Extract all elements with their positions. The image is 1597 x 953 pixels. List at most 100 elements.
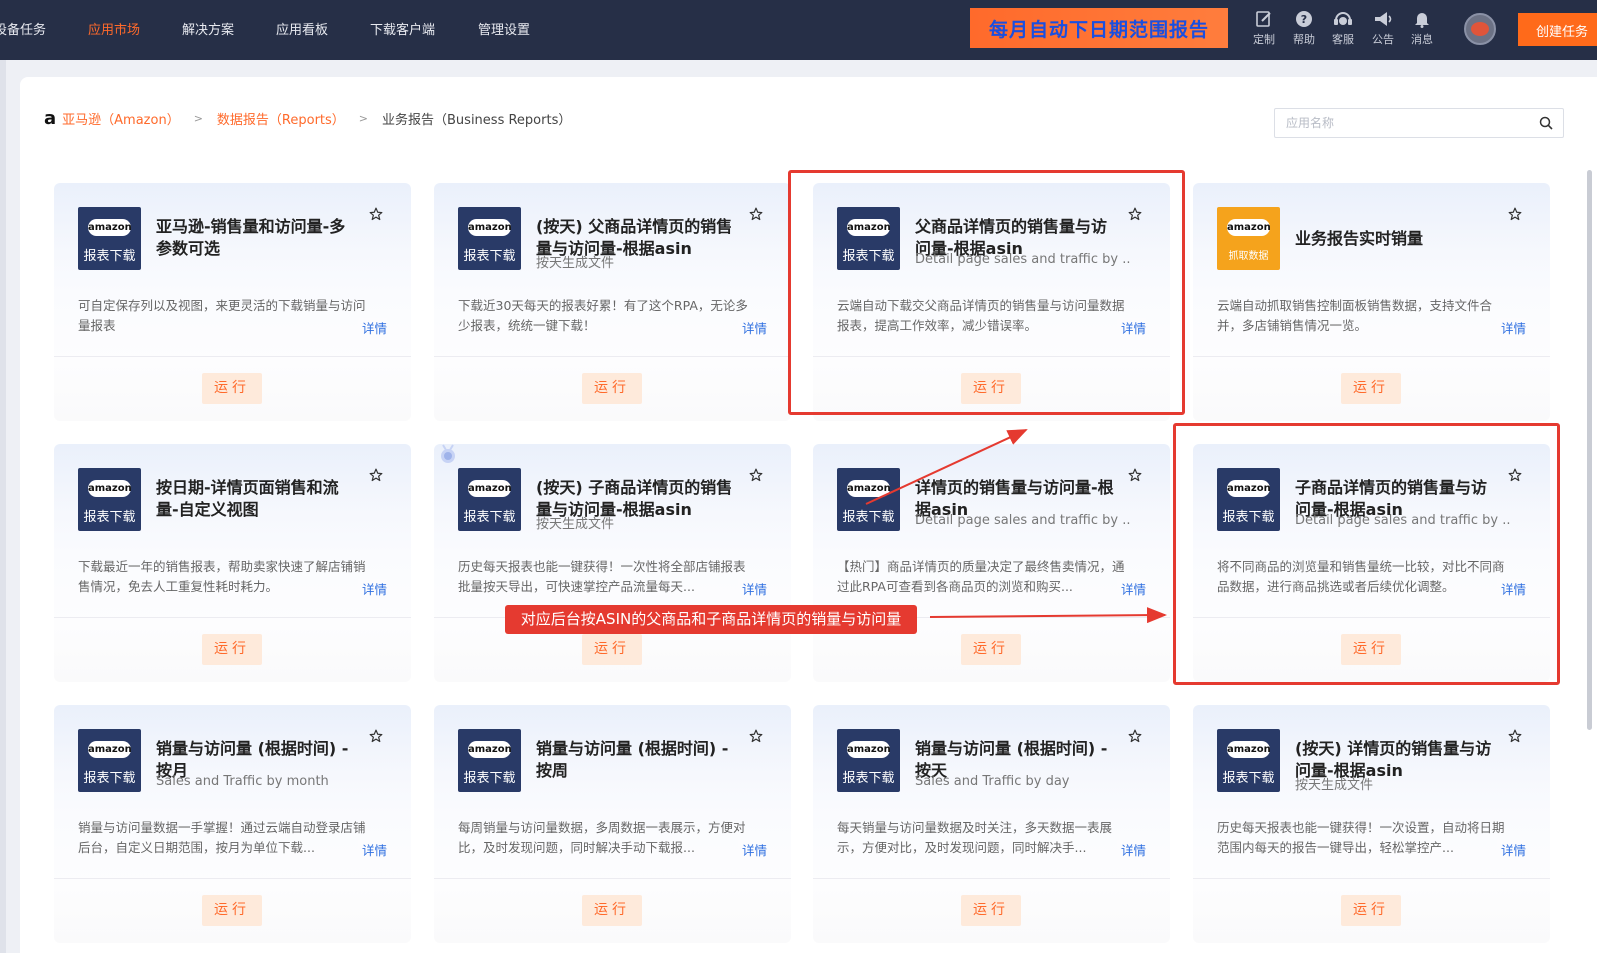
amazon-brand-pill: amazon [847, 741, 891, 758]
favorite-star-icon[interactable] [1508, 207, 1522, 221]
card-divider [54, 617, 411, 618]
app-search-input[interactable] [1275, 109, 1525, 137]
app-description: 每天销量与访问量数据及时关注，多天数据一表展示，方便对比，及时发现问题，同时解决… [837, 820, 1113, 855]
app-card[interactable]: amazon 报表下载 销量与访问量 (根据时间) -按月 Sales and Tra… [54, 705, 411, 943]
run-button[interactable]: 运行 [961, 634, 1021, 665]
app-card[interactable]: amazon 报表下载 (按天) 子商品详情页的销售量与访问量-根据asin 按天生成… [434, 444, 791, 682]
nav-app-market[interactable]: 应用市场 [88, 19, 140, 38]
app-card[interactable]: amazon 报表下载 按日期-详情页面销售和流量-自定义视图 下载最近一年的销售报表… [54, 444, 411, 682]
app-description: 云端自动抓取销售控制面板销售数据，支持文件合并，多店铺销售情况一览。 [1217, 298, 1493, 333]
nav-management-settings[interactable]: 管理设置 [478, 19, 530, 38]
user-avatar[interactable] [1464, 13, 1496, 45]
announcement-tool[interactable]: 公告 [1366, 10, 1400, 47]
favorite-star-icon[interactable] [749, 207, 763, 221]
app-type-tag: 报表下载 [83, 510, 136, 525]
search-icon[interactable] [1539, 116, 1553, 130]
app-subtitle: 按天生成文件 [536, 256, 615, 271]
app-title: 按日期-详情页面销售和流量-自定义视图 [156, 478, 339, 519]
run-button[interactable]: 运行 [1341, 895, 1401, 926]
breadcrumb-reports[interactable]: 数据报告（Reports） [217, 109, 345, 128]
megaphone-icon [1375, 12, 1392, 26]
app-subtitle: Sales and Traffic by month [156, 774, 329, 789]
favorite-star-icon[interactable] [1128, 468, 1142, 482]
card-divider [1193, 878, 1550, 879]
run-button[interactable]: 运行 [1341, 373, 1401, 404]
favorite-star-icon[interactable] [1508, 729, 1522, 743]
details-link[interactable]: 详情 [1496, 840, 1526, 859]
amazon-brand-pill: amazon [1227, 741, 1271, 758]
app-card[interactable]: amazon 报表下载 (按天) 详情页的销售量与访问量-根据asin 按天生成文件历… [1193, 705, 1550, 943]
nav-device-tasks[interactable]: 设备任务 [0, 19, 46, 38]
vertical-scrollbar[interactable] [1587, 170, 1592, 730]
favorite-star-icon[interactable] [749, 468, 763, 482]
details-link[interactable]: 详情 [357, 840, 387, 859]
details-link[interactable]: 详情 [357, 579, 387, 598]
app-title: 亚马逊-销售量和访问量-多参数可选 [156, 217, 346, 258]
app-description: 下载近30天每天的报表好累！有了这个RPA，无论多少报表，统统一键下载！ [458, 298, 748, 333]
app-logo: amazon 报表下载 [78, 468, 141, 531]
run-button[interactable]: 运行 [961, 895, 1021, 926]
app-card[interactable]: amazon 抓取数据 业务报告实时销量 云端自动抓取销售控制面板销售数据，支持文件合… [1193, 183, 1550, 421]
promo-banner-text: 每月自动下日期范围报告 [988, 18, 1209, 41]
app-type-tag: 报表下载 [463, 510, 516, 525]
breadcrumb: a 亚马逊（Amazon） > 数据报告（Reports） > 业务报告（Bus… [44, 106, 571, 130]
details-link[interactable]: 详情 [1496, 318, 1526, 337]
run-button[interactable]: 运行 [582, 895, 642, 926]
app-logo: amazon 报表下载 [458, 468, 521, 531]
award-badge-icon [438, 443, 458, 471]
headset-icon [1334, 12, 1352, 25]
customize-tool[interactable]: 定制 [1247, 10, 1281, 47]
app-type-tag: 报表下载 [463, 771, 516, 786]
details-link[interactable]: 详情 [357, 318, 387, 337]
create-task-button[interactable]: 创建任务 [1518, 13, 1597, 46]
app-logo: amazon 报表下载 [458, 729, 521, 792]
top-navigation-bar: 设备任务 应用市场 解决方案 应用看板 下载客户端 管理设置 每月自动下日期范围… [0, 0, 1597, 60]
help-icon: ? [1296, 11, 1312, 27]
announcement-label: 公告 [1372, 33, 1394, 46]
app-logo: amazon 报表下载 [837, 468, 900, 531]
favorite-star-icon[interactable] [369, 468, 383, 482]
app-type-tag: 报表下载 [842, 510, 895, 525]
details-link[interactable]: 详情 [737, 318, 767, 337]
nav-app-dashboard[interactable]: 应用看板 [276, 19, 328, 38]
run-button[interactable]: 运行 [582, 373, 642, 404]
favorite-star-icon[interactable] [749, 729, 763, 743]
run-button[interactable]: 运行 [202, 634, 262, 665]
messages-tool[interactable]: 消息 [1405, 10, 1439, 47]
run-button[interactable]: 运行 [582, 634, 642, 665]
breadcrumb-separator-icon: > [358, 111, 369, 125]
details-link[interactable]: 详情 [737, 579, 767, 598]
details-link[interactable]: 详情 [1116, 579, 1146, 598]
app-subtitle: Detail page sales and traffic by ... [915, 513, 1130, 528]
card-divider [434, 878, 791, 879]
details-link[interactable]: 详情 [737, 840, 767, 859]
app-logo: amazon 报表下载 [78, 729, 141, 792]
run-button[interactable]: 运行 [202, 373, 262, 404]
avatar-face-icon [1471, 22, 1489, 36]
favorite-star-icon[interactable] [1128, 729, 1142, 743]
app-logo: amazon 报表下载 [837, 729, 900, 792]
promo-banner[interactable]: 每月自动下日期范围报告 [970, 8, 1228, 48]
app-card[interactable]: amazon 报表下载 (按天) 父商品详情页的销售量与访问量-根据asin 按天生成… [434, 183, 791, 421]
details-link[interactable]: 详情 [1116, 840, 1146, 859]
card-divider [434, 356, 791, 357]
app-card[interactable]: amazon 报表下载 销量与访问量 (根据时间) -按天 Sales and Tra… [813, 705, 1170, 943]
service-tool[interactable]: 客服 [1326, 10, 1360, 47]
breadcrumb-amazon[interactable]: 亚马逊（Amazon） [62, 109, 180, 128]
app-type-tag: 抓取数据 [1228, 251, 1269, 262]
nav-download-client[interactable]: 下载客户端 [370, 19, 435, 38]
nav-solutions[interactable]: 解决方案 [182, 19, 234, 38]
app-search [1274, 108, 1564, 138]
run-button[interactable]: 运行 [202, 895, 262, 926]
app-subtitle: 按天生成文件 [536, 517, 615, 532]
app-card[interactable]: amazon 报表下载 详情页的销售量与访问量-根据asin Detail page … [813, 444, 1170, 682]
favorite-star-icon[interactable] [369, 729, 383, 743]
help-tool[interactable]: ? 帮助 [1287, 10, 1321, 47]
app-card[interactable]: amazon 报表下载 亚马逊-销售量和访问量-多参数可选 可自定保存列以及视图，来更… [54, 183, 411, 421]
app-description: 销量与访问量数据一手掌握！通过云端自动登录店铺后台，自定义日期范围，按月为单位下… [78, 820, 366, 855]
app-logo: amazon 报表下载 [78, 207, 141, 270]
favorite-star-icon[interactable] [369, 207, 383, 221]
card-divider [813, 878, 1170, 879]
app-description: 【热门】商品详情页的质量决定了最终售卖情况，通过此RPA可查看到各商品页的浏览和… [837, 559, 1125, 594]
app-card[interactable]: amazon 报表下载 销量与访问量 (根据时间) -按周 每周销量与访问量数据，多周… [434, 705, 791, 943]
